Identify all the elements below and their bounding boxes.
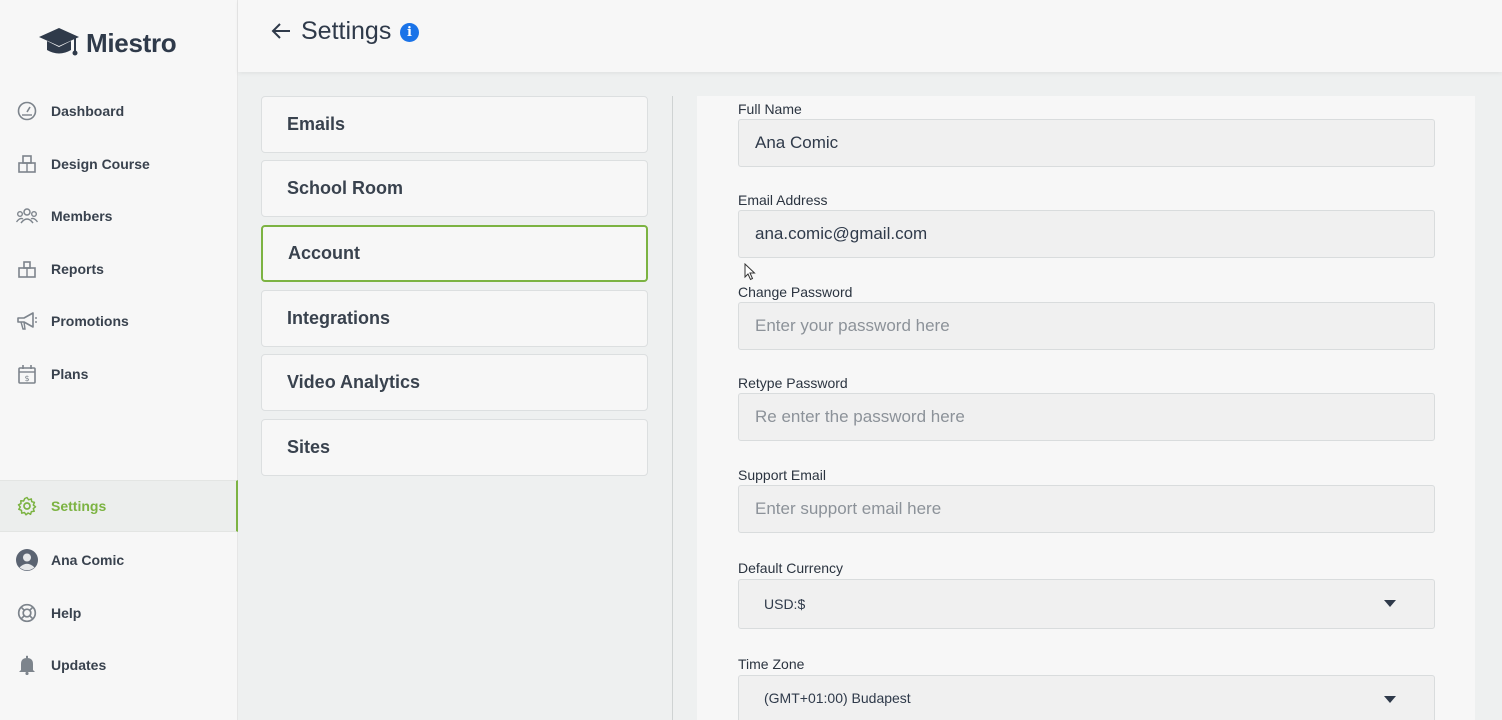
sidebar-item-label: Members (51, 208, 113, 224)
sidebar-item-label: Ana Comic (51, 552, 125, 568)
support-email-field[interactable]: Enter support email here (738, 485, 1435, 533)
app-logo[interactable]: Miestro (38, 26, 177, 60)
page-title: Settings (301, 17, 392, 45)
svg-text:$: $ (24, 374, 29, 383)
dashboard-icon (16, 100, 38, 122)
default-currency-select[interactable]: USD:$ (738, 579, 1435, 629)
avatar-icon (16, 549, 38, 571)
tab-sites[interactable]: Sites (261, 419, 648, 476)
megaphone-icon (16, 310, 38, 332)
full-name-field[interactable]: Ana Comic (738, 119, 1435, 167)
sidebar-item-label: Design Course (51, 156, 150, 172)
reports-icon (16, 258, 38, 280)
retype-password-field[interactable]: Re enter the password here (738, 393, 1435, 441)
change-password-field[interactable]: Enter your password here (738, 302, 1435, 350)
sidebar-item-design-course[interactable]: Design Course (0, 138, 238, 190)
sidebar-item-label: Dashboard (51, 103, 125, 119)
chevron-down-icon (1384, 600, 1396, 607)
plans-icon: $ (16, 363, 38, 385)
tab-video-analytics[interactable]: Video Analytics (261, 354, 648, 411)
gear-icon (16, 495, 38, 517)
default-currency-label: Default Currency (738, 560, 844, 576)
tab-integrations[interactable]: Integrations (261, 290, 648, 347)
design-course-icon (16, 153, 38, 175)
sidebar-item-label: Plans (51, 366, 89, 382)
time-zone-select[interactable]: (GMT+01:00) Budapest (738, 675, 1435, 720)
sidebar-item-settings[interactable]: Settings (0, 480, 238, 532)
members-icon (16, 205, 38, 227)
lifebuoy-icon (16, 602, 38, 624)
mouse-cursor-icon (744, 263, 756, 281)
email-field[interactable]: ana.comic@gmail.com (738, 210, 1435, 258)
support-email-label: Support Email (738, 467, 826, 483)
sidebar-item-promotions[interactable]: Promotions (0, 295, 238, 347)
default-currency-value: USD:$ (764, 596, 806, 612)
app-name: Miestro (86, 27, 177, 58)
retype-password-label: Retype Password (738, 375, 848, 391)
sidebar-item-profile[interactable]: Ana Comic (0, 534, 238, 586)
sidebar-item-label: Settings (51, 498, 107, 514)
sidebar-item-label: Promotions (51, 313, 129, 329)
chevron-down-icon (1384, 696, 1396, 703)
time-zone-label: Time Zone (738, 656, 805, 672)
sidebar-item-label: Reports (51, 261, 104, 277)
change-password-label: Change Password (738, 284, 853, 300)
panel-divider (672, 96, 673, 720)
sidebar-item-label: Help (51, 605, 82, 621)
page-header: Settings i (238, 0, 1502, 72)
time-zone-value: (GMT+01:00) Budapest (764, 690, 911, 706)
sidebar: Miestro Dashboard Design Course Members … (0, 0, 238, 720)
sidebar-item-dashboard[interactable]: Dashboard (0, 85, 238, 137)
info-icon[interactable]: i (400, 23, 419, 42)
graduation-cap-icon (39, 28, 79, 56)
sidebar-item-plans[interactable]: $ Plans (0, 348, 238, 400)
tab-emails[interactable]: Emails (261, 96, 648, 153)
back-arrow-icon[interactable] (270, 20, 292, 42)
tab-account[interactable]: Account (261, 225, 648, 282)
tab-school-room[interactable]: School Room (261, 160, 648, 217)
sidebar-item-reports[interactable]: Reports (0, 243, 238, 295)
sidebar-item-members[interactable]: Members (0, 190, 238, 242)
sidebar-item-updates[interactable]: Updates (0, 639, 238, 691)
bell-icon (16, 654, 38, 676)
sidebar-item-label: Updates (51, 657, 107, 673)
sidebar-item-help[interactable]: Help (0, 587, 238, 639)
email-label: Email Address (738, 192, 828, 208)
full-name-label: Full Name (738, 101, 802, 117)
